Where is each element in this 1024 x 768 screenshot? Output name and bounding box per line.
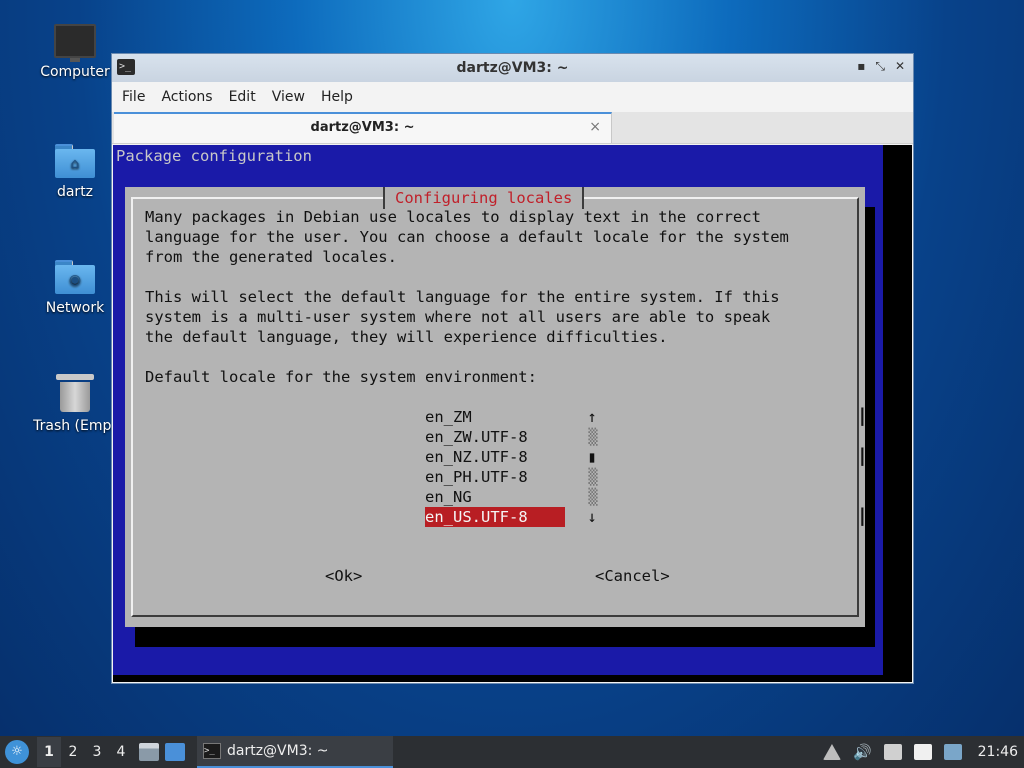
scroll-down-arrow-icon[interactable]: ↓ — [585, 507, 599, 527]
tab-bar: dartz@VM3: ~ × — [112, 112, 913, 144]
workspace-switcher: 1 2 3 4 — [37, 737, 133, 767]
desktop-icon-computer[interactable]: Computer — [25, 24, 125, 80]
menu-edit[interactable]: Edit — [229, 89, 266, 105]
computer-icon — [54, 24, 96, 62]
volume-icon[interactable]: 🔊 — [853, 743, 872, 761]
system-tray: 🔊 21:46 — [822, 736, 1024, 768]
locale-dialog: Configuring locales Many packages in Deb… — [125, 187, 872, 627]
terminal-icon: >_ — [117, 59, 135, 75]
clipboard-icon[interactable] — [913, 744, 932, 760]
maximize-button[interactable]: ⤡ — [875, 59, 885, 74]
desktop-icon-label: Network — [45, 300, 105, 316]
package-config-header: Package configuration — [116, 147, 312, 165]
locale-list[interactable]: en_ZM en_ZW.UTF-8 en_NZ.UTF-8 en_PH.UTF-… — [425, 407, 565, 527]
network-folder-icon: ◉ — [55, 260, 95, 294]
scroll-thumb[interactable]: ▮ — [585, 447, 599, 467]
taskbar-task-label: dartz@VM3: ~ — [227, 743, 329, 759]
ok-button[interactable]: <Ok> — [325, 567, 362, 585]
tab-label: dartz@VM3: ~ — [310, 120, 415, 135]
menu-help[interactable]: Help — [321, 89, 363, 105]
locale-item[interactable]: en_PH.UTF-8 — [425, 467, 565, 487]
locale-item[interactable]: en_ZW.UTF-8 — [425, 427, 565, 447]
locale-item[interactable]: en_NZ.UTF-8 — [425, 447, 565, 467]
taskbar: ☼ 1 2 3 4 >_ dartz@VM3: ~ 🔊 21:46 — [0, 736, 1024, 768]
update-notifier-icon[interactable] — [822, 744, 841, 760]
window-titlebar[interactable]: >_ dartz@VM3: ~ ▪ ⤡ ✕ — [112, 54, 913, 82]
dialog-right-edge: ▕▏ ▕▏ ▕▏ — [853, 408, 872, 526]
desktop-icon-label: Computer — [40, 64, 110, 80]
tab-close-icon[interactable]: × — [589, 119, 601, 135]
taskbar-task-terminal[interactable]: >_ dartz@VM3: ~ — [197, 736, 393, 768]
cancel-button[interactable]: <Cancel> — [595, 567, 670, 585]
dialog-text: Many packages in Debian use locales to d… — [145, 208, 789, 386]
workspace-1[interactable]: 1 — [37, 737, 61, 767]
desktop-icon-label: dartz — [56, 184, 94, 200]
locale-item[interactable]: en_US.UTF-8 — [425, 507, 565, 527]
workspace-4[interactable]: 4 — [109, 737, 133, 767]
dialog-title: Configuring locales — [383, 187, 585, 209]
terminal-window: >_ dartz@VM3: ~ ▪ ⤡ ✕ File Actions Edit … — [111, 53, 914, 684]
workspace-2[interactable]: 2 — [61, 737, 85, 767]
desktop-icon-home[interactable]: ⌂ dartz — [25, 144, 125, 200]
tab-terminal[interactable]: dartz@VM3: ~ × — [114, 112, 612, 143]
minimize-button[interactable]: ▪ — [857, 59, 865, 74]
scroll-track: ▒ — [588, 428, 597, 446]
desktop-icon-network[interactable]: ◉ Network — [25, 260, 125, 316]
trash-icon — [56, 374, 94, 412]
menubar: File Actions Edit View Help — [112, 82, 913, 112]
network-icon[interactable] — [883, 744, 902, 760]
menu-actions[interactable]: Actions — [161, 89, 222, 105]
clock[interactable]: 21:46 — [978, 744, 1018, 760]
workspace-3[interactable]: 3 — [85, 737, 109, 767]
terminal-icon: >_ — [203, 743, 221, 759]
show-desktop-icon[interactable] — [165, 743, 185, 761]
scroll-track: ▒ — [588, 468, 597, 486]
menu-file[interactable]: File — [122, 89, 155, 105]
info-icon[interactable] — [943, 744, 962, 760]
terminal-area[interactable]: Package configuration Configuring locale… — [113, 145, 912, 682]
scroll-track: ▒ — [588, 488, 597, 506]
home-folder-icon: ⌂ — [55, 144, 95, 178]
list-scrollbar[interactable]: ↑ ▒ ▮ ▒ ▒ ↓ — [585, 407, 599, 527]
locale-item[interactable]: en_NG — [425, 487, 565, 507]
desktop-icon-label: Trash (Empt — [33, 418, 117, 434]
scroll-up-arrow-icon[interactable]: ↑ — [585, 407, 599, 427]
start-menu-icon[interactable]: ☼ — [5, 740, 29, 764]
menu-view[interactable]: View — [272, 89, 315, 105]
close-button[interactable]: ✕ — [895, 59, 905, 74]
file-manager-launcher-icon[interactable] — [139, 743, 159, 761]
locale-item[interactable]: en_ZM — [425, 407, 565, 427]
desktop-icon-trash[interactable]: Trash (Empt — [25, 374, 125, 434]
window-title: dartz@VM3: ~ — [456, 60, 569, 76]
